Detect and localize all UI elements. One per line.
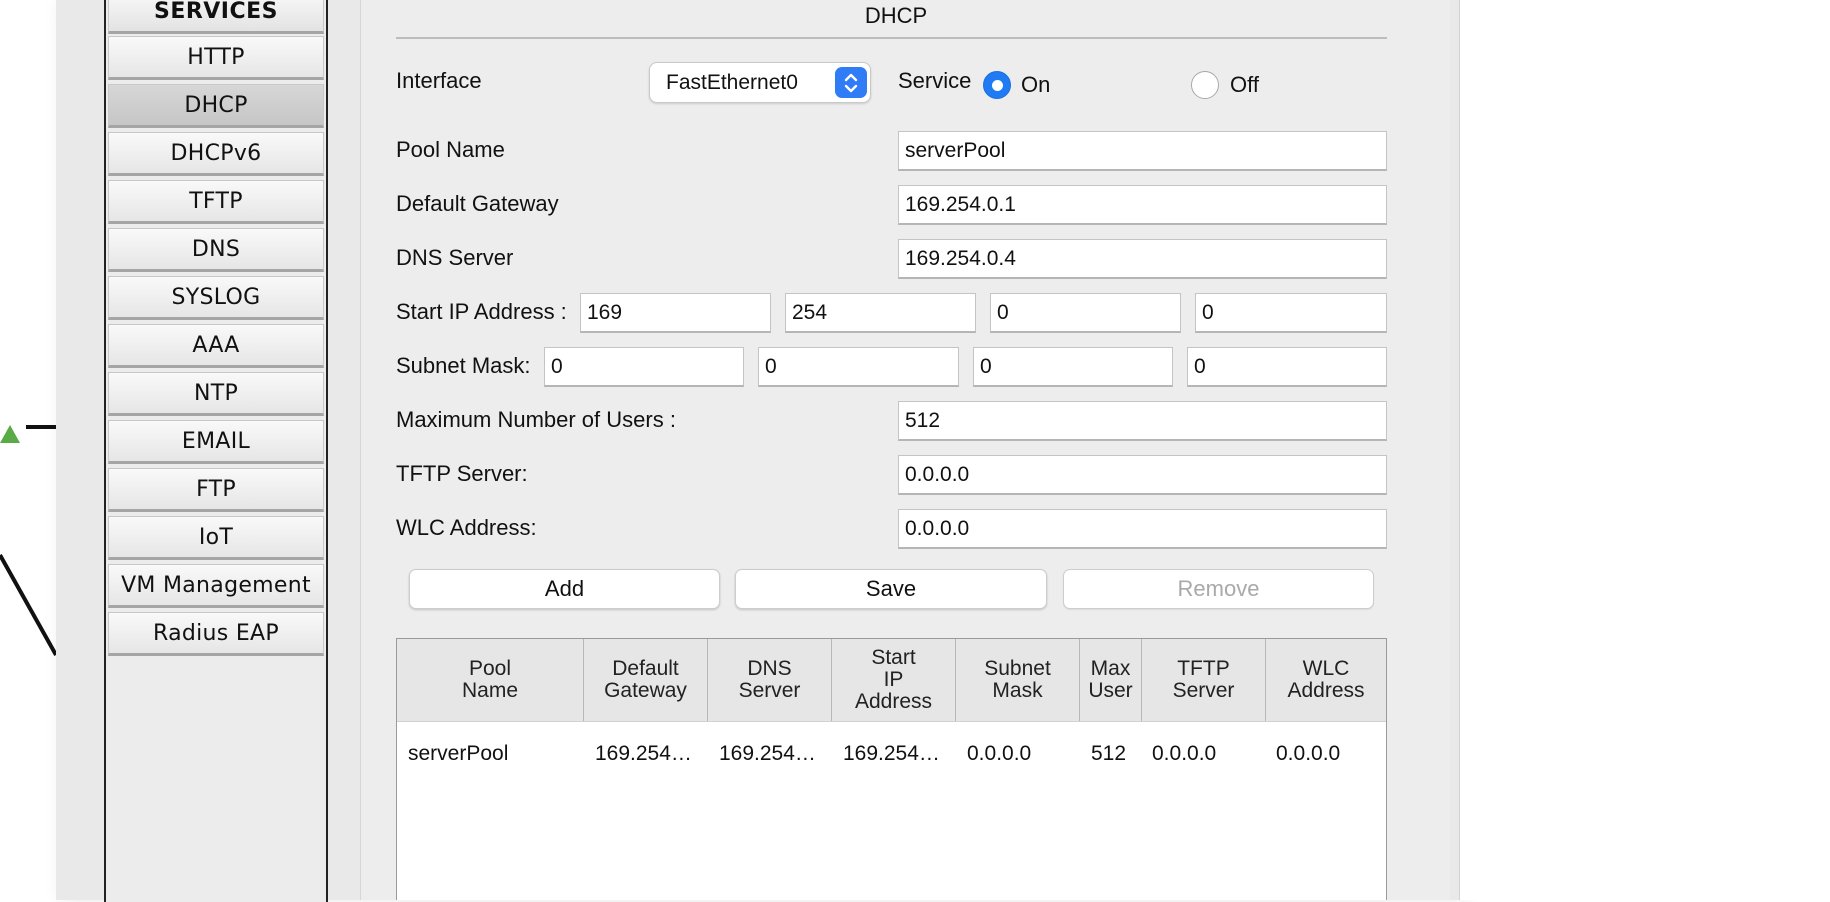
title-divider — [396, 37, 1387, 39]
tftp-server-label: TFTP Server: — [396, 461, 528, 486]
column-header-tftp-server[interactable]: TFTP Server — [1142, 639, 1266, 721]
dns-server-field[interactable]: 169.254.0.4 — [898, 239, 1387, 279]
subnet-mask-octet-3[interactable]: 0 — [973, 347, 1173, 387]
default-gateway-field[interactable]: 169.254.0.1 — [898, 185, 1387, 225]
cell-subnet-mask: 0.0.0.0 — [967, 742, 1032, 765]
pool-name-label: Pool Name — [396, 137, 505, 162]
sidebar-header: SERVICES — [108, 0, 324, 34]
topology-canvas-right — [1460, 0, 1830, 900]
services-sidebar: SERVICES HTTP DHCP DHCPv6 TFTP DNS SYSLO… — [104, 0, 328, 902]
start-ip-octet-1[interactable]: 169 — [580, 293, 771, 333]
sidebar-item-dns[interactable]: DNS — [108, 228, 324, 272]
column-header-default-gateway[interactable]: Default Gateway — [584, 639, 708, 721]
interface-select[interactable]: FastEthernet0 — [649, 62, 871, 103]
column-header-start-ip[interactable]: Start IP Address — [832, 639, 956, 721]
service-off-radio[interactable] — [1191, 71, 1219, 99]
service-on-label: On — [1021, 72, 1051, 97]
subnet-mask-octet-1[interactable]: 0 — [544, 347, 744, 387]
service-on-radio[interactable] — [983, 71, 1011, 99]
max-users-label: Maximum Number of Users : — [396, 407, 676, 432]
subnet-mask-octet-4[interactable]: 0 — [1187, 347, 1387, 387]
column-header-subnet-mask[interactable]: Subnet Mask — [956, 639, 1080, 721]
subnet-mask-octet-2[interactable]: 0 — [758, 347, 959, 387]
save-button[interactable]: Save — [735, 569, 1047, 609]
wlc-address-label: WLC Address: — [396, 515, 537, 540]
service-label: Service — [898, 68, 972, 93]
sidebar-item-vm-management[interactable]: VM Management — [108, 564, 324, 608]
pool-name-field[interactable]: serverPool — [898, 131, 1387, 171]
wlc-address-field[interactable]: 0.0.0.0 — [898, 509, 1387, 549]
sidebar-item-tftp[interactable]: TFTP — [108, 180, 324, 224]
sidebar-item-dhcpv6[interactable]: DHCPv6 — [108, 132, 324, 176]
start-ip-octet-2[interactable]: 254 — [785, 293, 976, 333]
column-header-max-user[interactable]: Max User — [1080, 639, 1142, 721]
sidebar-item-ftp[interactable]: FTP — [108, 468, 324, 512]
sidebar-item-ntp[interactable]: NTP — [108, 372, 324, 416]
cell-start-ip: 169.254… — [843, 742, 940, 765]
interface-select-value: FastEthernet0 — [666, 70, 798, 94]
column-header-wlc-address[interactable]: WLC Address — [1266, 639, 1386, 721]
column-header-dns-server[interactable]: DNS Server — [708, 639, 832, 721]
sidebar-item-http[interactable]: HTTP — [108, 36, 324, 80]
max-users-field[interactable]: 512 — [898, 401, 1387, 441]
sidebar-item-email[interactable]: EMAIL — [108, 420, 324, 464]
start-ip-octet-4[interactable]: 0 — [1195, 293, 1387, 333]
column-header-pool-name[interactable]: Pool Name — [397, 639, 584, 721]
sidebar-item-syslog[interactable]: SYSLOG — [108, 276, 324, 320]
sidebar-item-dhcp[interactable]: DHCP — [108, 84, 324, 128]
dns-server-label: DNS Server — [396, 245, 514, 270]
cell-default-gateway: 169.254… — [595, 742, 692, 765]
cell-dns-server: 169.254… — [719, 742, 816, 765]
remove-button[interactable]: Remove — [1063, 569, 1374, 609]
cell-pool-name: serverPool — [408, 742, 509, 765]
topology-link — [0, 554, 56, 656]
topology-links — [0, 425, 56, 656]
page-title: DHCP — [864, 3, 928, 28]
cell-max-user: 512 — [1091, 742, 1127, 765]
tftp-server-field[interactable]: 0.0.0.0 — [898, 455, 1387, 495]
start-ip-label: Start IP Address : — [396, 299, 567, 324]
add-button[interactable]: Add — [409, 569, 720, 609]
cell-wlc-address: 0.0.0.0 — [1276, 742, 1341, 765]
interface-label: Interface — [396, 68, 482, 93]
stepper-updown-icon — [835, 67, 867, 98]
triangle-node-icon — [0, 425, 20, 443]
pool-table: Pool Name Default Gateway DNS Server Sta… — [396, 638, 1387, 900]
default-gateway-label: Default Gateway — [396, 191, 559, 216]
radio-selected-icon — [991, 79, 1003, 91]
start-ip-octet-3[interactable]: 0 — [990, 293, 1181, 333]
pool-table-header: Pool Name Default Gateway DNS Server Sta… — [397, 639, 1386, 722]
service-off-label: Off — [1230, 72, 1259, 97]
topology-canvas-left — [0, 0, 56, 900]
subnet-mask-label: Subnet Mask: — [396, 353, 531, 378]
sidebar-item-aaa[interactable]: AAA — [108, 324, 324, 368]
sidebar-item-iot[interactable]: IoT — [108, 516, 324, 560]
sidebar-item-radius-eap[interactable]: Radius EAP — [108, 612, 324, 656]
cell-tftp-server: 0.0.0.0 — [1152, 742, 1217, 765]
